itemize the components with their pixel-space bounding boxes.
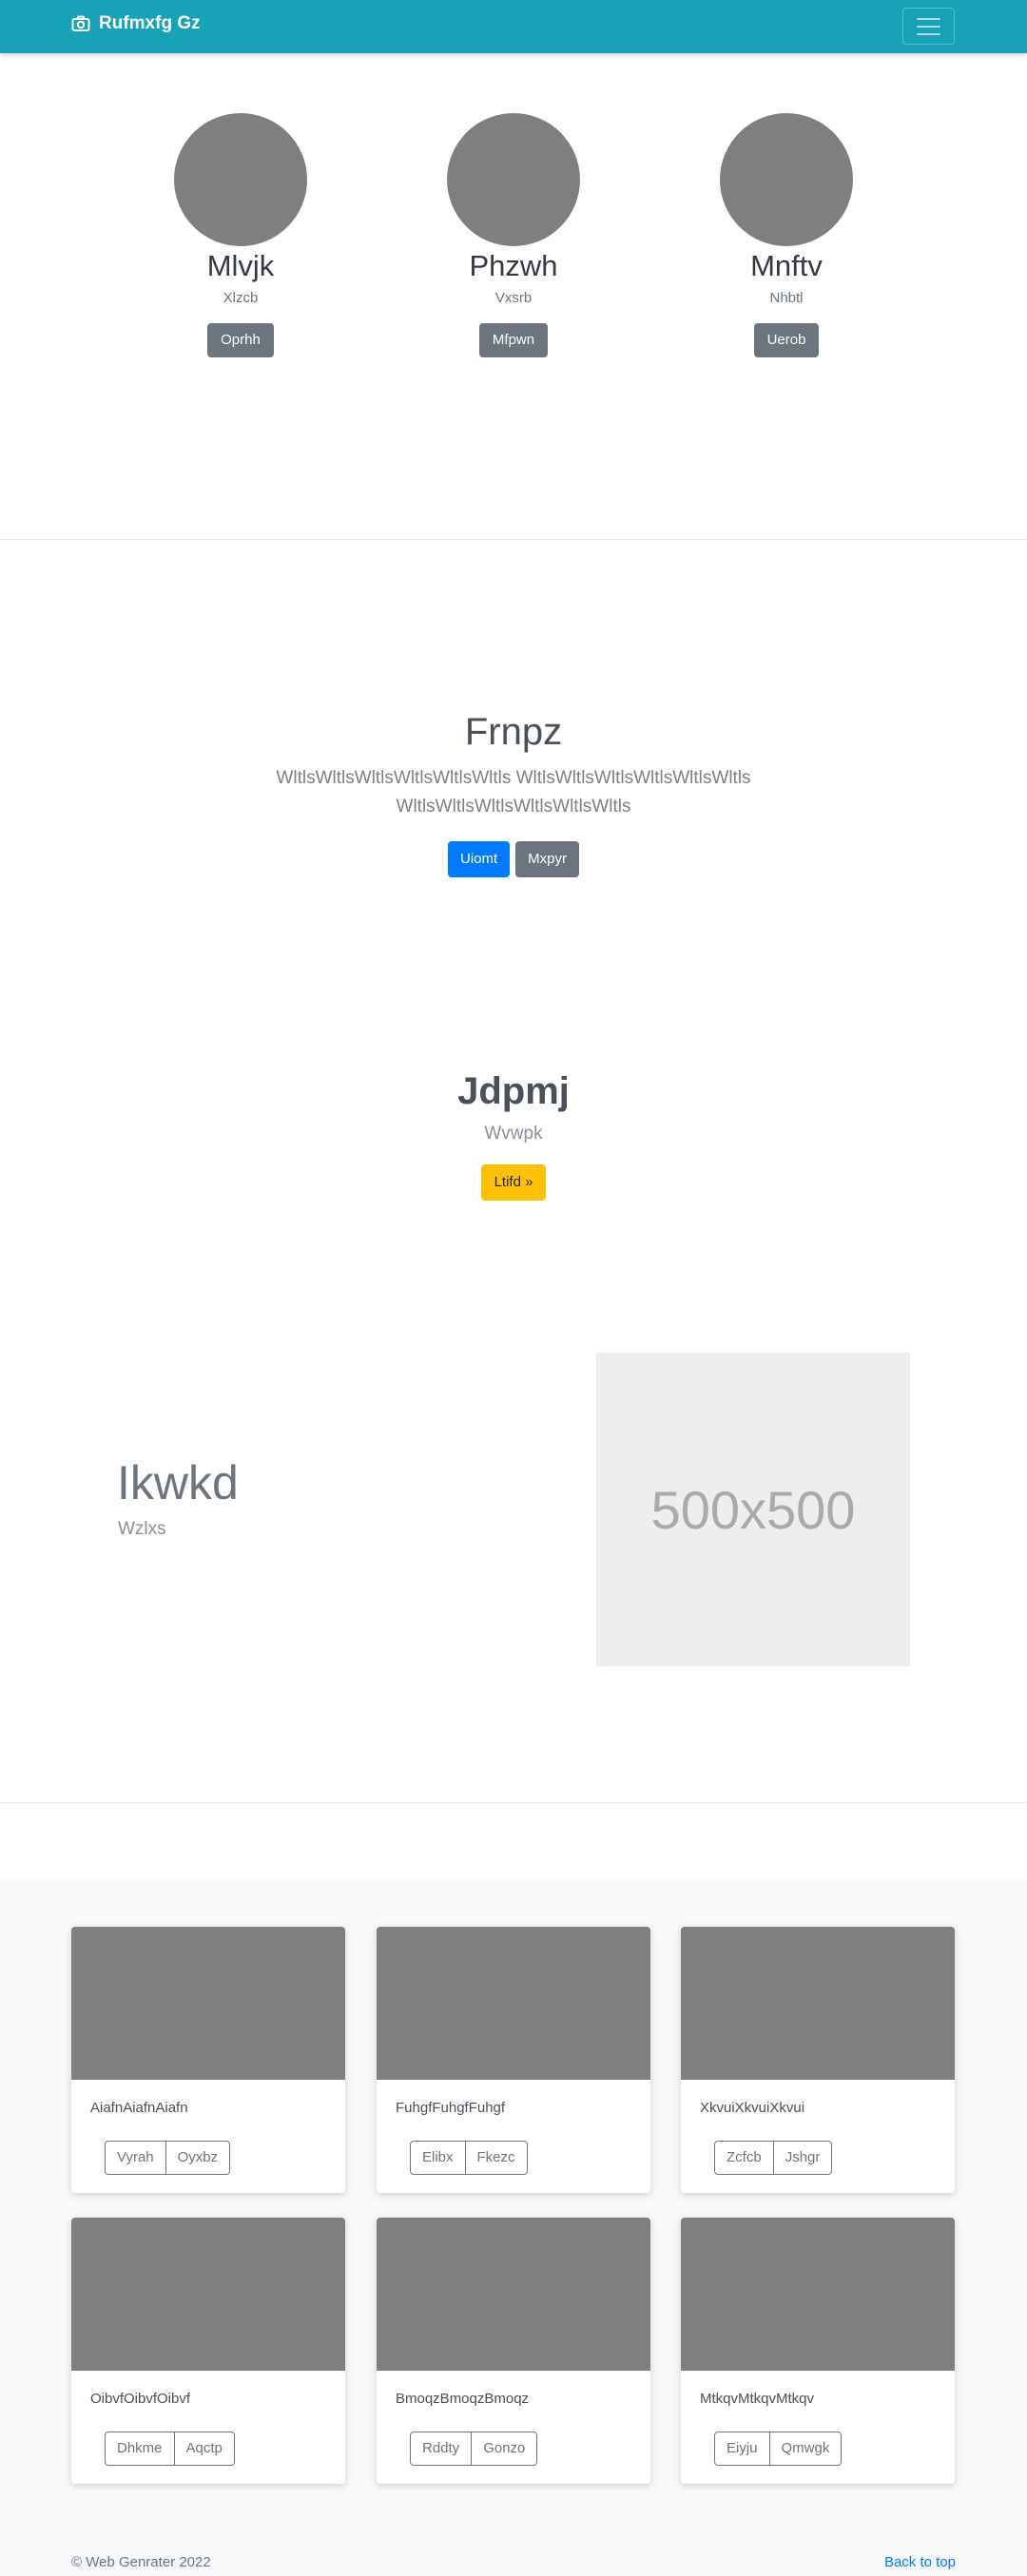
card-image [71, 2218, 345, 2371]
member-name: Mlvjk [206, 249, 275, 282]
album-card: BmoqzBmoqzBmoqz Rddty Gonzo [377, 2218, 650, 2484]
promo-title: Jdpmj [457, 1070, 570, 1112]
card-image [377, 1927, 650, 2080]
member-name: Mnftv [750, 249, 823, 282]
album-card: FuhgfFuhgfFuhgf Elibx Fkezc [377, 1927, 650, 2193]
card-image [681, 2218, 955, 2371]
card-button[interactable]: Oyxbz [165, 2141, 231, 2175]
member-name: Phzwh [469, 249, 558, 282]
card-button[interactable]: Fkezc [464, 2141, 528, 2175]
feature-title: Ikwkd [117, 1456, 239, 1509]
card-button[interactable]: Aqctp [173, 2432, 235, 2466]
card-text: XkvuiXkvuiXkvui [700, 2100, 805, 2116]
card-button-group: Elibx Fkezc [410, 2141, 528, 2175]
hero-text: WltlsWltlsWltlsWltlsWltlsWltls WltlsWltl… [276, 768, 751, 817]
card-button[interactable]: Vyrah [105, 2141, 166, 2175]
card-button[interactable]: Gonzo [471, 2432, 538, 2466]
album-card: OibvfOibvfOibvf Dhkme Aqctp [71, 2218, 345, 2484]
card-button[interactable]: Eiyju [714, 2432, 770, 2466]
member-subtitle: Nhbtl [769, 290, 804, 306]
team-member: Mnftv Nhbtl Uerob [649, 113, 923, 357]
hamburger-icon [917, 17, 940, 20]
card-button-group: Zcfcb Jshgr [714, 2141, 833, 2175]
card-button[interactable]: Zcfcb [714, 2141, 774, 2175]
card-image [71, 1927, 345, 2080]
member-button[interactable]: Mfpwn [478, 323, 549, 357]
album-card: MtkqvMtkqvMtkqv Eiyju Qmwgk [681, 2218, 955, 2484]
card-image [681, 1927, 955, 2080]
card-button-group: Eiyju Qmwgk [714, 2432, 843, 2466]
team-member: Phzwh Vxsrb Mfpwn [377, 113, 650, 357]
back-to-top-link[interactable]: Back to top [884, 2553, 956, 2572]
navbar: Rufmxfg Gz [0, 0, 1027, 53]
feature-subtitle: Wzlxs [118, 1519, 166, 1539]
card-button[interactable]: Dhkme [105, 2432, 175, 2466]
divider [0, 1802, 1027, 1803]
placeholder-label: 500x500 [650, 1479, 856, 1540]
hero-primary-button[interactable]: Uiomt [447, 841, 511, 877]
album-card: XkvuiXkvuiXkvui Zcfcb Jshgr [681, 1927, 955, 2193]
footer-copyright: © Web Genrater 2022 [71, 2554, 211, 2570]
navbar-toggler[interactable] [902, 8, 955, 45]
card-text: MtkqvMtkqvMtkqv [700, 2391, 815, 2407]
promo-button[interactable]: Ltifd » [480, 1164, 547, 1201]
card-button-group: Rddty Gonzo [410, 2432, 538, 2466]
divider [0, 539, 1027, 540]
hero-buttons: Uiomt Mxpyr [0, 841, 1027, 877]
card-text: OibvfOibvfOibvf [90, 2391, 191, 2407]
card-text: AiafnAiafnAiafn [90, 2100, 188, 2116]
card-button[interactable]: Jshgr [772, 2141, 833, 2175]
team-member: Mlvjk Xlzcb Oprhh [104, 113, 378, 357]
hero-title: Frnpz [464, 711, 563, 753]
avatar [447, 113, 580, 246]
promo-section: Jdpmj Wvwpk Ltifd » [0, 1068, 1027, 1201]
promo-subtitle: Wvwpk [484, 1124, 543, 1144]
member-subtitle: Xlzcb [223, 290, 259, 306]
card-button-group: Dhkme Aqctp [105, 2432, 235, 2466]
member-button[interactable]: Uerob [753, 323, 820, 357]
hero-secondary-button[interactable]: Mxpyr [515, 841, 579, 877]
member-subtitle: Vxsrb [494, 290, 533, 306]
member-button[interactable]: Oprhh [207, 323, 274, 357]
avatar [720, 113, 853, 246]
album-card: AiafnAiafnAiafn Vyrah Oyxbz [71, 1927, 345, 2193]
card-image [377, 2218, 650, 2371]
card-text: FuhgfFuhgfFuhgf [396, 2100, 506, 2116]
placeholder-image: 500x500 [596, 1353, 910, 1666]
card-button[interactable]: Elibx [410, 2141, 466, 2175]
camera-icon [71, 15, 90, 31]
card-text: BmoqzBmoqzBmoqz [396, 2391, 530, 2407]
hero-section: Frnpz WltlsWltlsWltlsWltlsWltlsWltls Wlt… [0, 709, 1027, 877]
avatar [174, 113, 307, 246]
card-button[interactable]: Qmwgk [768, 2432, 843, 2466]
card-button[interactable]: Rddty [410, 2432, 473, 2466]
card-button-group: Vyrah Oyxbz [105, 2141, 231, 2175]
navbar-brand[interactable]: Rufmxfg Gz [71, 13, 201, 34]
album-section: AiafnAiafnAiafn Vyrah Oyxbz FuhgfFuhgfFu… [0, 1879, 1027, 2576]
brand-label: Rufmxfg Gz [99, 13, 201, 33]
